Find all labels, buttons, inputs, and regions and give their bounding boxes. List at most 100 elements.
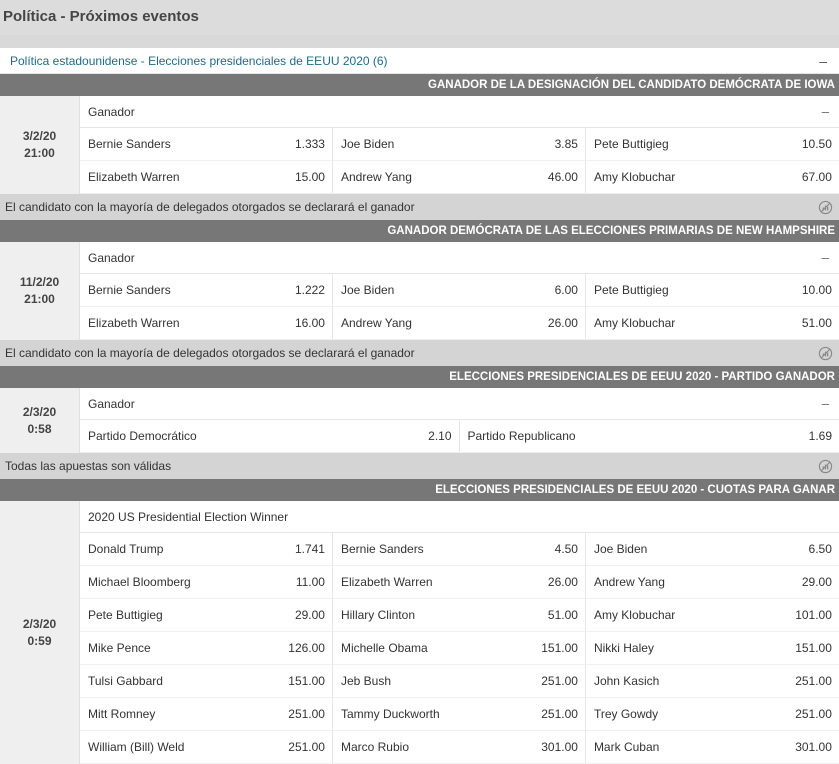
odds-button[interactable]: Joe Biden 6.00 [333, 274, 586, 306]
odds-value: 151.00 [795, 641, 832, 655]
odds-button[interactable]: Elizabeth Warren 26.00 [333, 566, 586, 598]
odds-button[interactable]: Hillary Clinton 51.00 [333, 599, 586, 631]
odds-button[interactable]: Andrew Yang 26.00 [333, 307, 586, 339]
selection-name: Elizabeth Warren [88, 170, 180, 184]
event-header[interactable]: Elecciones presidenciales de EEUU 2020 -… [0, 366, 839, 388]
odds-row: Elizabeth Warren 16.00 Andrew Yang 26.00… [80, 307, 839, 340]
odds-button[interactable]: Michael Bloomberg 11.00 [80, 566, 333, 598]
odds-button[interactable]: William (Bill) Weld 251.00 [80, 731, 333, 763]
info-text: El candidato con la mayoría de delegados… [5, 346, 415, 360]
collapse-dash-icon[interactable]: – [819, 53, 829, 69]
odds-value: 101.00 [795, 608, 832, 622]
event-body: 2/3/20 0:58 Ganador – Partido Democrátic… [0, 388, 839, 453]
market-title-row[interactable]: Ganador – [80, 388, 839, 420]
selection-name: Bernie Sanders [341, 542, 424, 556]
event-date: 2/3/20 [23, 404, 56, 421]
odds-row: Donald Trump 1.741 Bernie Sanders 4.50 J… [80, 533, 839, 566]
odds-value: 10.50 [802, 137, 832, 151]
odds-button[interactable]: Joe Biden 3.85 [333, 128, 586, 160]
odds-value: 301.00 [541, 740, 578, 754]
event-time: 21:00 [24, 291, 55, 308]
collapse-dash-icon[interactable]: – [822, 104, 829, 119]
odds-button[interactable]: Michelle Obama 151.00 [333, 632, 586, 664]
odds-button[interactable]: Pete Buttigieg 29.00 [80, 599, 333, 631]
odds-button[interactable]: Pete Buttigieg 10.50 [586, 128, 839, 160]
odds-button[interactable]: Amy Klobuchar 67.00 [586, 161, 839, 193]
odds-button[interactable]: Joe Biden 6.50 [586, 533, 839, 565]
event-block: Ganador de la designación del candidato … [0, 74, 839, 220]
odds-button[interactable]: Mitt Romney 251.00 [80, 698, 333, 730]
selection-name: Partido Democrático [88, 429, 197, 443]
odds-button[interactable]: Mark Cuban 301.00 [586, 731, 839, 763]
event-datetime: 3/2/20 21:00 [0, 96, 79, 194]
selection-name: Partido Republicano [468, 429, 576, 443]
market-title-row[interactable]: 2020 US Presidential Election Winner [80, 501, 839, 533]
event-header[interactable]: Ganador de la designación del candidato … [0, 74, 839, 96]
odds-button[interactable]: Donald Trump 1.741 [80, 533, 333, 565]
event-header[interactable]: Ganador Demócrata de las elecciones prim… [0, 220, 839, 242]
odds-button[interactable]: Trey Gowdy 251.00 [586, 698, 839, 730]
odds-button[interactable]: Bernie Sanders 1.222 [80, 274, 333, 306]
odds-value: 1.741 [295, 542, 325, 556]
event-date: 2/3/20 [23, 616, 56, 633]
competition-bar[interactable]: Política estadounidense - Elecciones pre… [0, 48, 839, 74]
odds-value: 29.00 [295, 608, 325, 622]
odds-button[interactable]: John Kasich 251.00 [586, 665, 839, 697]
selection-name: Andrew Yang [341, 170, 412, 184]
odds-value: 251.00 [288, 707, 325, 721]
odds-value: 51.00 [802, 316, 832, 330]
odds-button[interactable]: Andrew Yang 29.00 [586, 566, 839, 598]
odds-button[interactable]: Jeb Bush 251.00 [333, 665, 586, 697]
event-datetime: 2/3/20 0:59 [0, 501, 79, 764]
odds-button[interactable]: Elizabeth Warren 16.00 [80, 307, 333, 339]
odds-button[interactable]: Amy Klobuchar 51.00 [586, 307, 839, 339]
info-bar: El candidato con la mayoría de delegados… [0, 340, 839, 366]
odds-button[interactable]: Tammy Duckworth 251.00 [333, 698, 586, 730]
info-bar: El candidato con la mayoría de delegados… [0, 194, 839, 220]
no-statistics-icon[interactable] [818, 459, 833, 474]
collapse-dash-icon[interactable]: – [822, 250, 829, 265]
market-title: 2020 US Presidential Election Winner [88, 510, 288, 524]
odds-button[interactable]: Andrew Yang 46.00 [333, 161, 586, 193]
odds-button[interactable]: Amy Klobuchar 101.00 [586, 599, 839, 631]
odds-value: 29.00 [802, 575, 832, 589]
selection-name: Elizabeth Warren [88, 316, 180, 330]
odds-row: Elizabeth Warren 15.00 Andrew Yang 46.00… [80, 161, 839, 194]
event-date: 11/2/20 [20, 274, 59, 291]
selection-name: Michael Bloomberg [88, 575, 191, 589]
event-header[interactable]: Elecciones presidenciales de EEUU 2020 -… [0, 479, 839, 501]
market-title-row[interactable]: Ganador – [80, 96, 839, 128]
odds-button[interactable]: Bernie Sanders 4.50 [333, 533, 586, 565]
odds-button[interactable]: Tulsi Gabbard 151.00 [80, 665, 333, 697]
no-statistics-icon[interactable] [818, 346, 833, 361]
competition-title[interactable]: Política estadounidense - Elecciones pre… [10, 54, 388, 68]
selection-name: Michelle Obama [341, 641, 428, 655]
odds-value: 151.00 [288, 674, 325, 688]
market-title: Ganador [88, 105, 135, 119]
market-title-row[interactable]: Ganador – [80, 242, 839, 274]
no-statistics-icon[interactable] [818, 200, 833, 215]
selection-name: Tammy Duckworth [341, 707, 440, 721]
selection-name: Amy Klobuchar [594, 608, 675, 622]
selection-name: Pete Buttigieg [594, 137, 669, 151]
event-markets: Ganador – Bernie Sanders 1.222 Joe Biden… [79, 242, 839, 340]
odds-value: 301.00 [795, 740, 832, 754]
collapse-dash-icon[interactable]: – [822, 396, 829, 411]
odds-button[interactable]: Pete Buttigieg 10.00 [586, 274, 839, 306]
selection-name: Joe Biden [594, 542, 647, 556]
odds-row: Mitt Romney 251.00 Tammy Duckworth 251.0… [80, 698, 839, 731]
selection-name: Nikki Haley [594, 641, 654, 655]
odds-button[interactable]: Partido Democrático 2.10 [80, 420, 460, 452]
selection-name: Mitt Romney [88, 707, 155, 721]
selection-name: Mike Pence [88, 641, 151, 655]
event-body: 3/2/20 21:00 Ganador – Bernie Sanders 1.… [0, 96, 839, 194]
odds-button[interactable]: Bernie Sanders 1.333 [80, 128, 333, 160]
selection-name: Pete Buttigieg [594, 283, 669, 297]
odds-button[interactable]: Partido Republicano 1.69 [460, 420, 839, 452]
odds-value: 4.50 [555, 542, 578, 556]
odds-value: 26.00 [548, 575, 578, 589]
odds-button[interactable]: Mike Pence 126.00 [80, 632, 333, 664]
odds-button[interactable]: Elizabeth Warren 15.00 [80, 161, 333, 193]
odds-button[interactable]: Nikki Haley 151.00 [586, 632, 839, 664]
odds-button[interactable]: Marco Rubio 301.00 [333, 731, 586, 763]
